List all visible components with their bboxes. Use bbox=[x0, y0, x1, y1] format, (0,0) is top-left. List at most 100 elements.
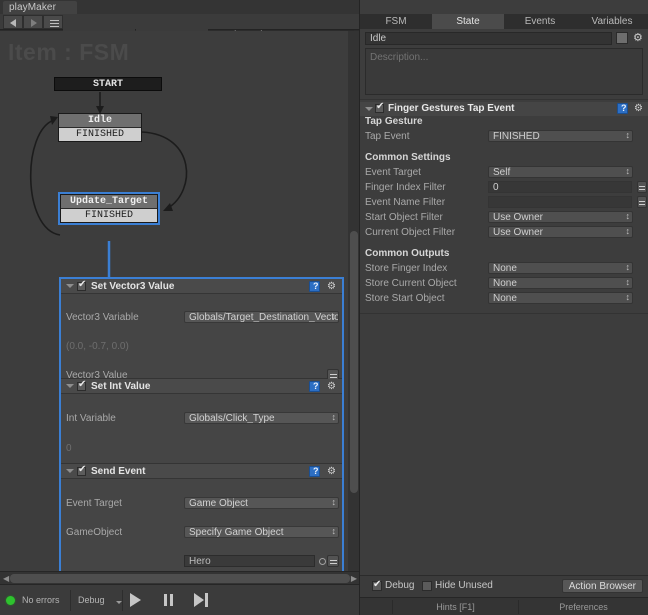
playmaker-toolbar: Item FSM Lock Select bbox=[0, 14, 360, 43]
tab-variables[interactable]: Variables bbox=[576, 14, 648, 29]
action-header[interactable]: Send Event ⚙ bbox=[61, 464, 342, 479]
play-icon bbox=[130, 593, 141, 607]
gameobject-popup[interactable]: Specify Game Object bbox=[184, 526, 339, 538]
foldout-triangle-icon[interactable] bbox=[365, 107, 373, 111]
status-badge[interactable]: No errors bbox=[6, 593, 60, 608]
row-start-object-filter: Start Object Filter Use Owner bbox=[360, 211, 648, 225]
action-enabled-checkbox[interactable] bbox=[77, 380, 86, 391]
row-label: Finger Index Filter bbox=[365, 182, 446, 193]
action-enabled-checkbox[interactable] bbox=[77, 280, 86, 291]
tab-playmaker[interactable]: playMaker bbox=[3, 1, 77, 14]
state-name-input[interactable]: Idle bbox=[365, 32, 612, 45]
preferences-button[interactable]: Preferences bbox=[519, 598, 648, 615]
action-enabled-checkbox[interactable] bbox=[77, 465, 86, 476]
help-book-icon[interactable] bbox=[309, 466, 320, 477]
gear-icon[interactable]: ⚙ bbox=[326, 466, 337, 477]
gear-icon[interactable]: ⚙ bbox=[326, 281, 337, 292]
tap-event-popup[interactable]: FINISHED bbox=[488, 130, 633, 142]
object-picker-icon[interactable] bbox=[319, 558, 326, 565]
foldout-triangle-icon[interactable] bbox=[66, 469, 74, 473]
back-button[interactable] bbox=[3, 15, 23, 29]
step-forward-button[interactable] bbox=[194, 593, 208, 607]
fsm-graph-canvas[interactable]: Item : FSM START Idle FINISHED Update_Ta… bbox=[0, 31, 348, 571]
row-label: Event Target bbox=[66, 498, 122, 509]
row-label: Vector3 Variable bbox=[66, 312, 139, 323]
gameobject-field[interactable]: Hero bbox=[184, 555, 315, 567]
row-gameobject-reference: Hero bbox=[61, 555, 342, 569]
graph-horizontal-scrollbar[interactable]: ◀ ▶ bbox=[0, 571, 360, 584]
graph-node-update-target[interactable]: Update_Target FINISHED bbox=[58, 192, 160, 225]
row-event-target: Event Target Game Object bbox=[61, 497, 342, 511]
scroll-left-icon[interactable]: ◀ bbox=[3, 575, 9, 583]
row-store-start-object: Store Start Object None bbox=[360, 292, 648, 306]
variable-link-button[interactable] bbox=[327, 555, 339, 567]
gear-icon[interactable]: ⚙ bbox=[633, 103, 644, 114]
graph-node-title: Idle bbox=[59, 114, 141, 128]
graph-node-event[interactable]: FINISHED bbox=[59, 128, 141, 141]
color-swatch-icon[interactable] bbox=[616, 32, 628, 44]
graph-node-event[interactable]: FINISHED bbox=[61, 209, 157, 222]
scroll-right-icon[interactable]: ▶ bbox=[351, 575, 357, 583]
vector3-variable-popup[interactable]: Globals/Target_Destination_Vecto bbox=[184, 311, 339, 323]
page-title: Item : FSM bbox=[8, 39, 130, 65]
graph-node-start[interactable]: START bbox=[54, 77, 162, 91]
readonly-value: (0.0, -0.7, 0.0) bbox=[66, 341, 129, 352]
step-forward-icon bbox=[194, 593, 204, 607]
action-enabled-checkbox[interactable] bbox=[375, 102, 384, 113]
tab-state[interactable]: State bbox=[432, 14, 504, 29]
play-button[interactable] bbox=[130, 593, 141, 607]
row-tap-event: Tap Event FINISHED bbox=[360, 130, 648, 144]
graph-node-idle[interactable]: Idle FINISHED bbox=[58, 113, 142, 142]
hide-unused-checkbox[interactable] bbox=[422, 581, 432, 591]
action-header[interactable]: Set Vector3 Value ⚙ bbox=[61, 279, 342, 294]
int-variable-popup[interactable]: Globals/Click_Type bbox=[184, 412, 339, 424]
gear-icon[interactable]: ⚙ bbox=[326, 381, 337, 392]
hints-button[interactable]: Hints [F1] bbox=[393, 598, 518, 615]
action-title: Finger Gestures Tap Event bbox=[388, 103, 515, 114]
row-int-current-value: 0 bbox=[61, 442, 342, 456]
foldout-triangle-icon[interactable] bbox=[66, 384, 74, 388]
variable-link-button[interactable] bbox=[637, 196, 647, 208]
store-start-object-popup[interactable]: None bbox=[488, 292, 633, 304]
help-book-icon[interactable] bbox=[617, 103, 628, 114]
hamburger-menu-button[interactable] bbox=[43, 15, 63, 29]
tab-events[interactable]: Events bbox=[504, 14, 576, 29]
state-description-input[interactable]: Description... bbox=[365, 48, 643, 95]
row-current-object-filter: Current Object Filter Use Owner bbox=[360, 226, 648, 240]
scrollbar-thumb[interactable] bbox=[350, 231, 358, 493]
variable-link-button[interactable] bbox=[637, 181, 647, 193]
action-set-vector3-value: Set Vector3 Value ⚙ Vector3 Variable Glo… bbox=[61, 279, 342, 440]
inspector-status-footer: Hints [F1] Preferences bbox=[360, 597, 648, 615]
help-book-icon[interactable] bbox=[309, 281, 320, 292]
scrollbar-thumb[interactable] bbox=[10, 574, 350, 583]
tab-fsm[interactable]: FSM bbox=[360, 14, 432, 29]
action-title: Send Event bbox=[91, 466, 146, 477]
help-book-icon[interactable] bbox=[309, 381, 320, 392]
row-int-variable: Int Variable Globals/Click_Type bbox=[61, 412, 342, 426]
row-event-name-filter: Event Name Filter bbox=[360, 196, 648, 210]
gear-icon[interactable]: ⚙ bbox=[633, 31, 643, 44]
foldout-triangle-icon[interactable] bbox=[66, 284, 74, 288]
event-target-popup[interactable]: Game Object bbox=[184, 497, 339, 509]
row-label: Store Start Object bbox=[365, 293, 445, 304]
event-target-popup[interactable]: Self bbox=[488, 166, 633, 178]
action-browser-button[interactable]: Action Browser bbox=[561, 579, 643, 593]
row-event-target: Event Target Self bbox=[360, 166, 648, 180]
debug-checkbox[interactable] bbox=[372, 579, 382, 591]
event-name-filter-field[interactable] bbox=[488, 196, 632, 208]
row-label: Store Finger Index bbox=[365, 263, 448, 274]
action-header[interactable]: Set Int Value ⚙ bbox=[61, 379, 342, 394]
current-object-filter-popup[interactable]: Use Owner bbox=[488, 226, 633, 238]
action-title: Set Int Value bbox=[91, 381, 151, 392]
finger-index-filter-field[interactable]: 0 bbox=[488, 181, 632, 193]
start-object-filter-popup[interactable]: Use Owner bbox=[488, 211, 633, 223]
pause-button[interactable] bbox=[164, 594, 173, 606]
row-vector3-current-value: (0.0, -0.7, 0.0) bbox=[61, 340, 342, 354]
inspector-action-header[interactable]: Finger Gestures Tap Event ⚙ bbox=[360, 102, 648, 116]
row-label: Store Current Object bbox=[365, 278, 457, 289]
debug-dropdown[interactable]: Debug bbox=[78, 593, 105, 608]
row-gameobject: GameObject Specify Game Object bbox=[61, 526, 342, 540]
store-finger-index-popup[interactable]: None bbox=[488, 262, 633, 274]
store-current-object-popup[interactable]: None bbox=[488, 277, 633, 289]
forward-button[interactable] bbox=[23, 15, 43, 29]
